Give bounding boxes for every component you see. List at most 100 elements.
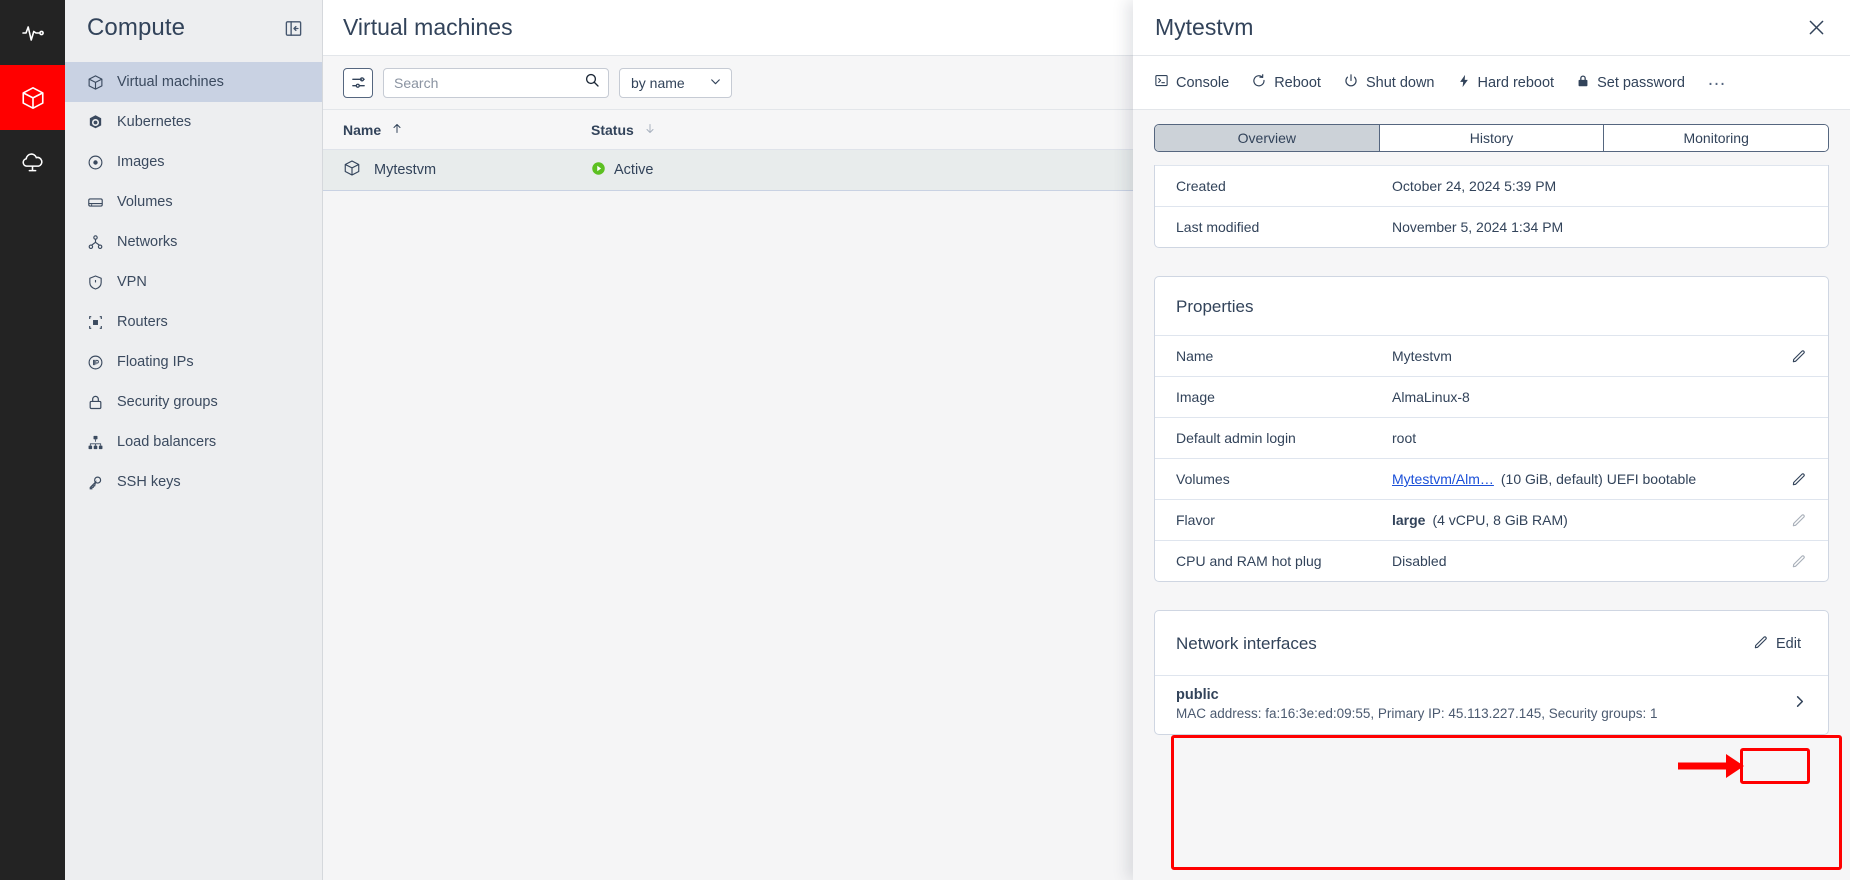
flavor-name: large: [1392, 512, 1426, 528]
arrow-up-icon: [391, 122, 403, 138]
set-password-button[interactable]: Set password: [1576, 73, 1685, 93]
sidebar-item-virtual-machines[interactable]: Virtual machines: [65, 62, 322, 102]
property-value: AlmaLinux-8: [1392, 389, 1470, 405]
console-label: Console: [1176, 74, 1230, 91]
property-row-image: Image AlmaLinux-8: [1155, 376, 1828, 417]
sort-by-select[interactable]: by name: [619, 67, 732, 98]
sidebar-nav: Virtual machines Kubernetes Images Volum…: [65, 56, 322, 502]
sidebar-item-floating-ips[interactable]: Floating IPs: [65, 342, 322, 382]
info-row-key: Last modified: [1176, 219, 1260, 235]
network-interface-text: public MAC address: fa:16:3e:ed:09:55, P…: [1176, 687, 1658, 721]
info-row-value: November 5, 2024 1:34 PM: [1392, 219, 1564, 235]
sidebar-item-routers[interactable]: Routers: [65, 302, 322, 342]
sidebar-item-label: Volumes: [117, 194, 173, 210]
pencil-icon[interactable]: [1790, 553, 1807, 569]
search-input[interactable]: [394, 74, 578, 91]
sidebar-item-volumes[interactable]: Volumes: [65, 182, 322, 222]
lock-icon: [87, 394, 104, 411]
compute-cube-icon: [20, 85, 46, 111]
sidebar-item-vpn[interactable]: VPN: [65, 262, 322, 302]
cloud-icon: [20, 150, 45, 175]
volume-link[interactable]: Mytestvm/Alm…: [1392, 471, 1494, 487]
compute-sidebar: Compute Virtual machines Kubernetes Imag…: [65, 0, 323, 880]
panel-header: Mytestvm: [1133, 0, 1850, 56]
cube-icon: [87, 74, 104, 91]
tab-overview-label: Overview: [1237, 130, 1297, 146]
pencil-icon[interactable]: [1790, 512, 1807, 528]
hard-reboot-label: Hard reboot: [1477, 74, 1555, 91]
sidebar-item-kubernetes[interactable]: Kubernetes: [65, 102, 322, 142]
edit-network-interfaces-button[interactable]: Edit: [1747, 631, 1807, 657]
property-value: root: [1392, 430, 1417, 446]
sidebar-item-images[interactable]: Images: [65, 142, 322, 182]
chevron-down-icon: [709, 75, 722, 91]
edit-label: Edit: [1776, 636, 1801, 652]
panel-scroll-area[interactable]: Created October 24, 2024 5:39 PM Last mo…: [1133, 165, 1850, 880]
sidebar-item-ssh-keys[interactable]: SSH keys: [65, 462, 322, 502]
tab-overview[interactable]: Overview: [1155, 125, 1380, 151]
property-row-cpu-ram-hot-plug: CPU and RAM hot plug Disabled: [1155, 540, 1828, 581]
network-interface-name: public: [1176, 687, 1219, 703]
monitoring-pulse-icon: [21, 21, 45, 45]
panel-title: Mytestvm: [1155, 14, 1254, 40]
sidebar-item-load-balancers[interactable]: Load balancers: [65, 422, 322, 462]
property-value: large (4 vCPU, 8 GiB RAM): [1392, 512, 1790, 528]
sidebar-header: Compute: [65, 0, 322, 56]
sidebar-item-label: VPN: [117, 274, 147, 290]
property-key: CPU and RAM hot plug: [1176, 553, 1322, 569]
play-circle-icon: [591, 161, 606, 180]
property-row-volumes: Volumes Mytestvm/Alm… (10 GiB, default) …: [1155, 458, 1828, 499]
search-field[interactable]: [383, 67, 609, 98]
property-row-name: Name Mytestvm: [1155, 335, 1828, 376]
sidebar-item-security-groups[interactable]: Security groups: [65, 382, 322, 422]
pencil-icon: [1753, 634, 1769, 654]
shutdown-button[interactable]: Shut down: [1343, 73, 1435, 93]
terminal-icon: [1154, 73, 1169, 92]
sidebar-title: Compute: [87, 14, 186, 41]
sidebar-item-label: Virtual machines: [117, 74, 224, 90]
column-header-status-label: Status: [591, 121, 634, 138]
reboot-label: Reboot: [1274, 74, 1321, 91]
app-icon-rail: [0, 0, 65, 880]
filter-sliders-icon[interactable]: [343, 67, 373, 98]
close-icon[interactable]: [1804, 16, 1828, 40]
sidebar-item-networks[interactable]: Networks: [65, 222, 322, 262]
key-icon: [87, 474, 104, 491]
panel-collapse-icon[interactable]: [280, 15, 306, 41]
more-actions-button[interactable]: …: [1707, 70, 1727, 95]
reboot-button[interactable]: Reboot: [1251, 73, 1321, 93]
power-icon: [1343, 73, 1359, 93]
sidebar-item-label: Floating IPs: [117, 354, 194, 370]
sidebar-item-label: Routers: [117, 314, 168, 330]
property-value: Disabled: [1392, 553, 1447, 569]
property-row-flavor: Flavor large (4 vCPU, 8 GiB RAM): [1155, 499, 1828, 540]
pencil-icon[interactable]: [1790, 471, 1807, 487]
property-value: Mytestvm/Alm… (10 GiB, default) UEFI boo…: [1392, 471, 1790, 487]
info-row-key: Created: [1176, 178, 1226, 194]
column-header-status[interactable]: Status: [591, 122, 656, 138]
hard-reboot-button[interactable]: Hard reboot: [1457, 73, 1555, 93]
pencil-icon[interactable]: [1790, 348, 1807, 364]
tab-history[interactable]: History: [1379, 125, 1605, 151]
sidebar-item-label: Load balancers: [117, 434, 217, 450]
info-row-value: October 24, 2024 5:39 PM: [1392, 178, 1557, 194]
search-icon[interactable]: [584, 72, 600, 93]
table-cell-name-label: Mytestvm: [374, 162, 437, 178]
properties-title: Properties: [1176, 297, 1254, 316]
rail-item-compute[interactable]: [0, 65, 65, 130]
load-balancer-icon: [87, 434, 104, 451]
app-root: Compute Virtual machines Kubernetes Imag…: [0, 0, 1850, 880]
kubernetes-icon: [87, 114, 104, 131]
rail-item-monitoring[interactable]: [0, 0, 65, 65]
column-header-name[interactable]: Name: [343, 122, 591, 138]
console-button[interactable]: Console: [1154, 73, 1229, 92]
tab-monitoring[interactable]: Monitoring: [1604, 125, 1828, 151]
network-interface-item-public[interactable]: public MAC address: fa:16:3e:ed:09:55, P…: [1155, 675, 1828, 734]
status-badge: Active: [614, 162, 654, 178]
panel-action-bar: Console Reboot Shut down Hard reboot Set…: [1133, 56, 1850, 110]
rail-item-cloud[interactable]: [0, 130, 65, 195]
tab-history-label: History: [1469, 130, 1514, 146]
network-interfaces-header: Network interfaces Edit: [1155, 611, 1828, 675]
sidebar-item-label: SSH keys: [117, 474, 181, 490]
volume-details: (10 GiB, default) UEFI bootable: [1500, 471, 1697, 487]
